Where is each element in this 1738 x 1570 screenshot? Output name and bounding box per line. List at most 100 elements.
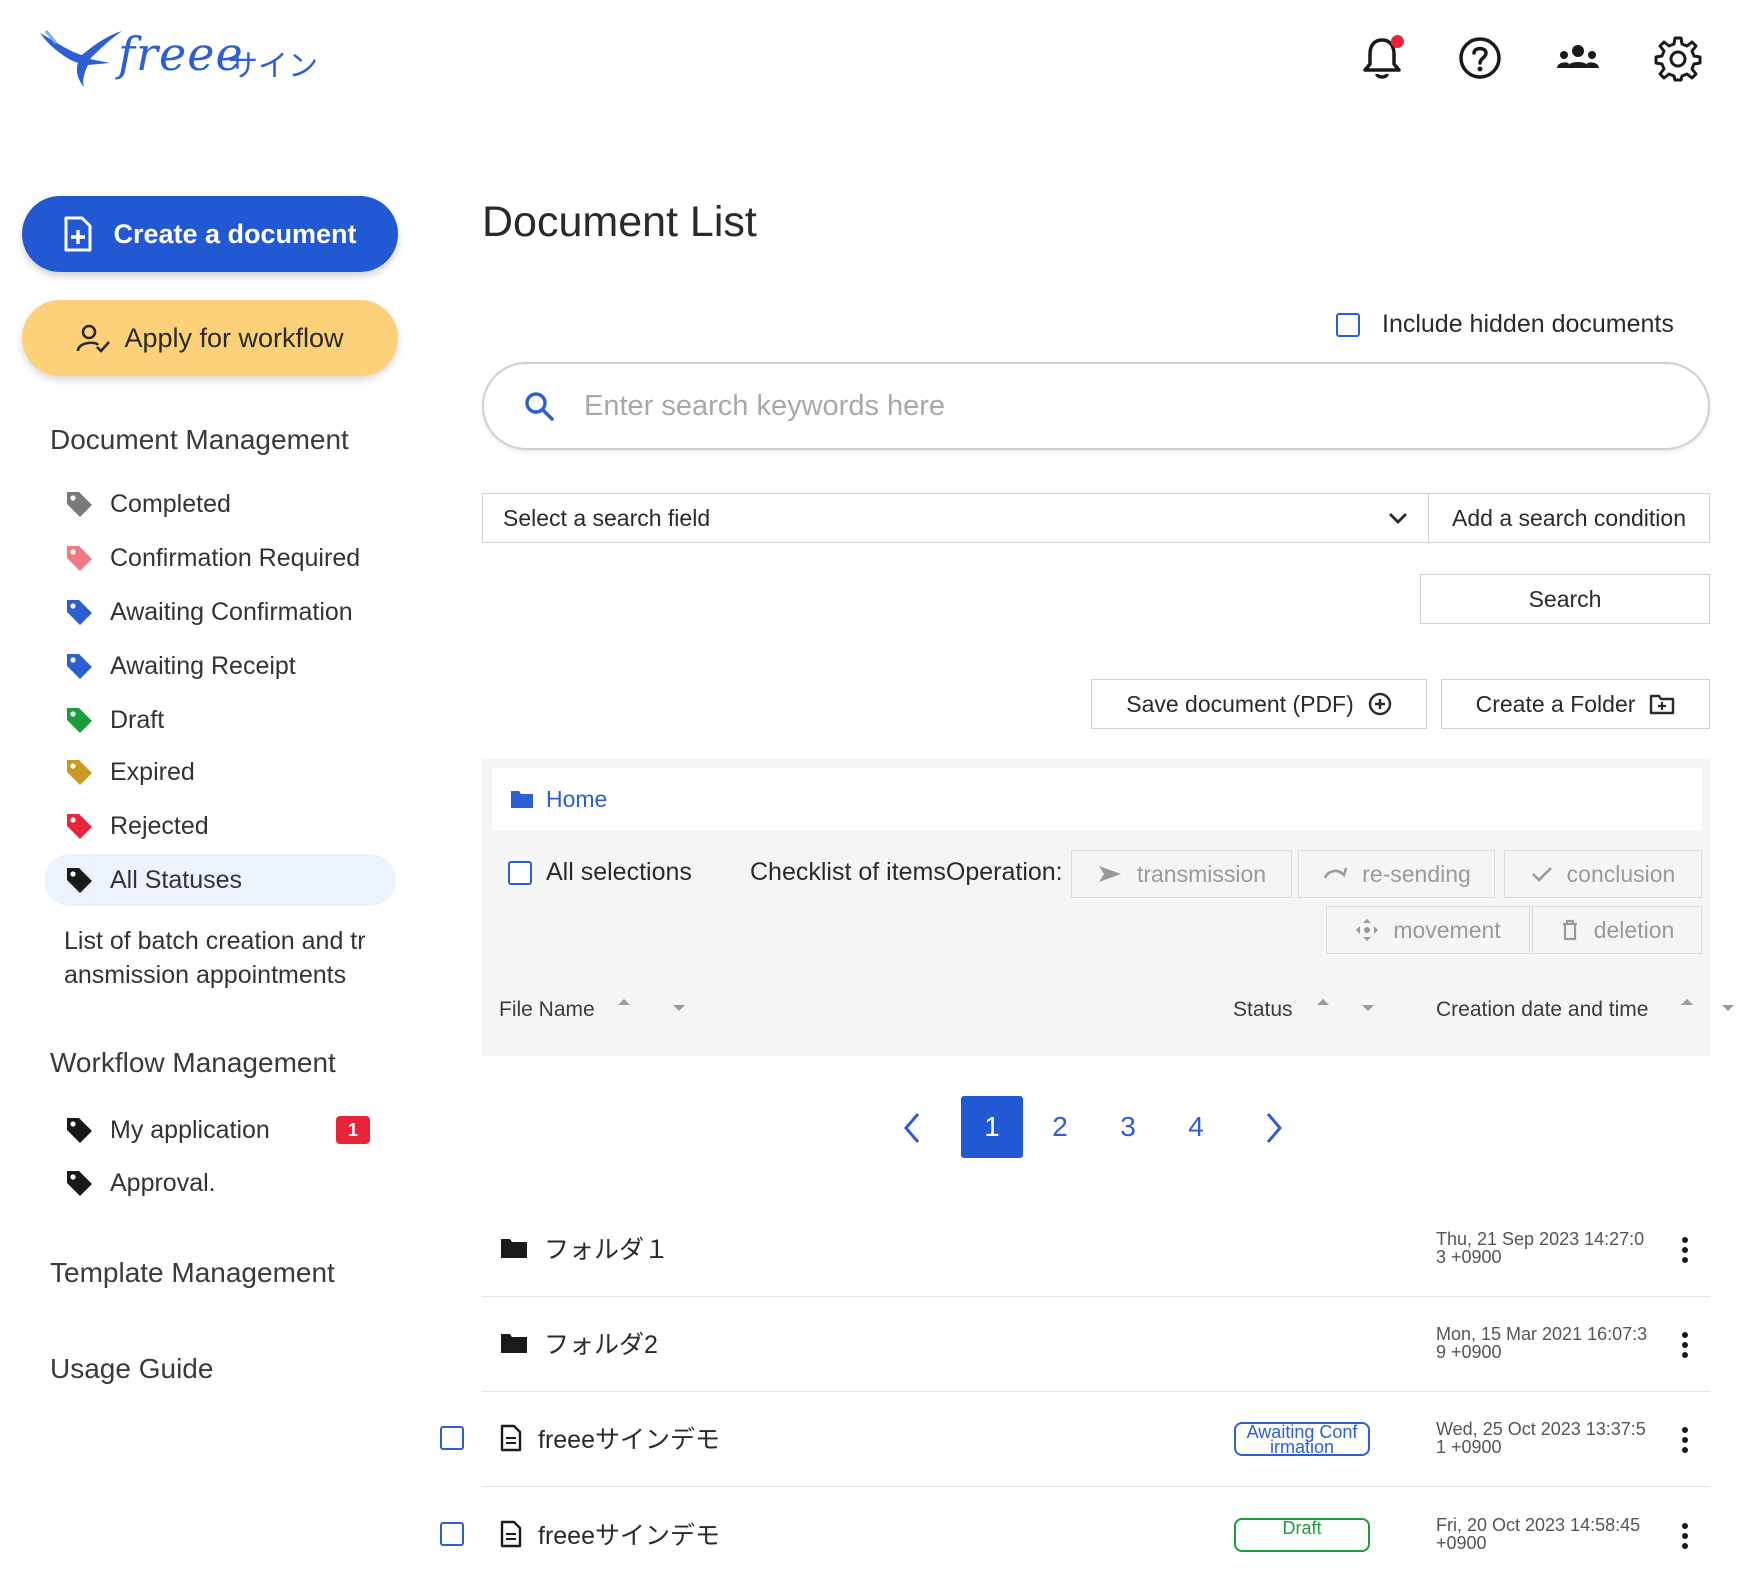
template-management-link[interactable]: Template Management (50, 1257, 335, 1289)
more-options-icon[interactable] (1678, 1521, 1692, 1551)
notification-dot (1391, 35, 1404, 48)
row-created-date: Fri, 20 Oct 2023 14:58:45 +0900 (1436, 1515, 1641, 1553)
tag-icon (64, 811, 94, 841)
create-document-label: Create a document (113, 218, 357, 249)
check-icon (1531, 867, 1552, 882)
conclusion-button[interactable]: conclusion (1504, 850, 1702, 898)
status-item[interactable]: Confirmation Required (44, 532, 396, 584)
usage-guide-link[interactable]: Usage Guide (50, 1353, 213, 1385)
sort-descending-icon[interactable] (1720, 996, 1736, 1018)
page-number[interactable]: 3 (1097, 1096, 1159, 1158)
search-button[interactable]: Search (1420, 574, 1710, 624)
tag-icon (64, 865, 94, 895)
deletion-label: deletion (1593, 916, 1675, 943)
logo-kana: サイン (228, 50, 318, 83)
help-icon[interactable] (1456, 34, 1504, 82)
row-checkbox[interactable] (440, 1522, 464, 1546)
redo-icon (1323, 867, 1348, 879)
chevron-right-icon[interactable] (1258, 1110, 1288, 1146)
status-item[interactable]: Draft (44, 694, 396, 746)
status-item[interactable]: Awaiting Confirmation (44, 586, 396, 638)
page-number[interactable]: 4 (1165, 1096, 1227, 1158)
resending-label: re-sending (1362, 860, 1471, 887)
page-number[interactable]: 2 (1029, 1096, 1091, 1158)
search-bar[interactable] (482, 362, 1710, 450)
table-row[interactable]: フォルダ2 Mon, 15 Mar 2021 16:07:3 9 +0900 (482, 1297, 1710, 1392)
sort-ascending-icon[interactable] (616, 996, 632, 1018)
add-search-condition-button[interactable]: Add a search condition (1428, 493, 1710, 543)
row-created-date: Thu, 21 Sep 2023 14:27:0 3 +0900 (1436, 1229, 1645, 1267)
chevron-left-icon[interactable] (898, 1110, 928, 1146)
status-item-label: Draft (110, 705, 165, 734)
folder-icon (511, 791, 533, 808)
apply-workflow-button[interactable]: Apply for workflow (22, 300, 398, 376)
status-item-label: Awaiting Receipt (110, 651, 296, 680)
row-created-date: Mon, 15 Mar 2021 16:07:3 9 +0900 (1436, 1324, 1648, 1362)
search-field-select[interactable]: Select a search field (482, 493, 1429, 543)
page-title: Document List (482, 198, 757, 246)
row-checkbox[interactable] (440, 1426, 464, 1450)
transmission-button[interactable]: transmission (1071, 850, 1292, 898)
gear-icon[interactable] (1654, 34, 1702, 82)
row-file-name[interactable]: freeeサインデモ (500, 1420, 720, 1456)
deletion-button[interactable]: deletion (1532, 906, 1702, 954)
send-icon (1098, 866, 1121, 882)
status-item[interactable]: Expired (44, 746, 396, 798)
sort-descending-icon[interactable] (671, 996, 687, 1018)
more-options-icon[interactable] (1678, 1425, 1692, 1455)
search-input[interactable] (584, 389, 1584, 423)
sort-ascending-icon[interactable] (1315, 996, 1331, 1018)
freee-sign-logo[interactable]: freee サイン (38, 25, 328, 95)
status-item-label: Rejected (110, 811, 209, 840)
chevron-down-icon (1389, 513, 1407, 524)
tag-icon (64, 489, 94, 519)
sort-descending-icon[interactable] (1360, 996, 1376, 1018)
batch-appointments-link[interactable]: List of batch creation and tr ansmission… (64, 924, 394, 992)
row-file-name[interactable]: freeeサインデモ (500, 1516, 720, 1552)
apply-workflow-label: Apply for workflow (124, 322, 344, 353)
tag-icon (64, 1168, 94, 1198)
all-selections-toggle[interactable]: All selections (508, 858, 692, 887)
more-options-icon[interactable] (1678, 1235, 1692, 1265)
new-document-icon (64, 216, 92, 252)
status-item[interactable]: All Statuses (44, 854, 396, 906)
movement-label: movement (1393, 916, 1501, 943)
count-badge: 1 (336, 1116, 370, 1144)
page-number[interactable]: 1 (961, 1096, 1023, 1158)
save-pdf-button[interactable]: Save document (PDF) (1091, 679, 1427, 729)
all-selections-checkbox[interactable] (508, 860, 532, 885)
search-field-select-value: Select a search field (503, 504, 711, 531)
include-hidden-checkbox[interactable] (1336, 312, 1360, 337)
resending-button[interactable]: re-sending (1298, 850, 1495, 898)
column-header-status[interactable]: Status (1233, 998, 1293, 1022)
breadcrumb-home[interactable]: Home (546, 786, 607, 813)
create-document-button[interactable]: Create a document (22, 196, 398, 272)
create-folder-button[interactable]: Create a Folder (1441, 679, 1710, 729)
column-header-created[interactable]: Creation date and time (1436, 998, 1648, 1022)
trash-icon (1562, 919, 1577, 941)
more-options-icon[interactable] (1678, 1330, 1692, 1360)
team-icon[interactable] (1554, 34, 1602, 82)
breadcrumb[interactable]: Home (492, 768, 1702, 830)
column-header-file-name[interactable]: File Name (499, 998, 595, 1022)
status-item[interactable]: Awaiting Receipt (44, 640, 396, 692)
tag-icon (64, 757, 94, 787)
table-row[interactable]: freeeサインデモ Awaiting Conf irmation Wed, 25 … (482, 1392, 1710, 1487)
status-item[interactable]: Completed (44, 478, 396, 530)
workflow-item[interactable]: Approval. (44, 1157, 396, 1209)
status-item[interactable]: Rejected (44, 800, 396, 852)
include-hidden-toggle[interactable]: Include hidden documents (1336, 310, 1674, 339)
all-selections-label: All selections (546, 858, 692, 886)
status-item-label: Awaiting Confirmation (110, 597, 353, 626)
movement-button[interactable]: movement (1326, 906, 1530, 954)
table-row[interactable]: freeeサインデモ Draft Fri, 20 Oct 2023 14:58:45… (482, 1488, 1710, 1570)
bell-icon[interactable] (1358, 34, 1406, 82)
tag-icon (64, 651, 94, 681)
table-row[interactable]: フォルダ１ Thu, 21 Sep 2023 14:27:0 3 +0900 (482, 1202, 1710, 1297)
workflow-item[interactable]: My application 1 (44, 1104, 396, 1156)
folder-plus-icon (1650, 694, 1675, 715)
workflow-item-label: Approval. (110, 1168, 216, 1197)
row-file-name[interactable]: フォルダ１ (500, 1230, 669, 1266)
row-file-name[interactable]: フォルダ2 (500, 1325, 658, 1361)
sort-ascending-icon[interactable] (1679, 996, 1695, 1018)
